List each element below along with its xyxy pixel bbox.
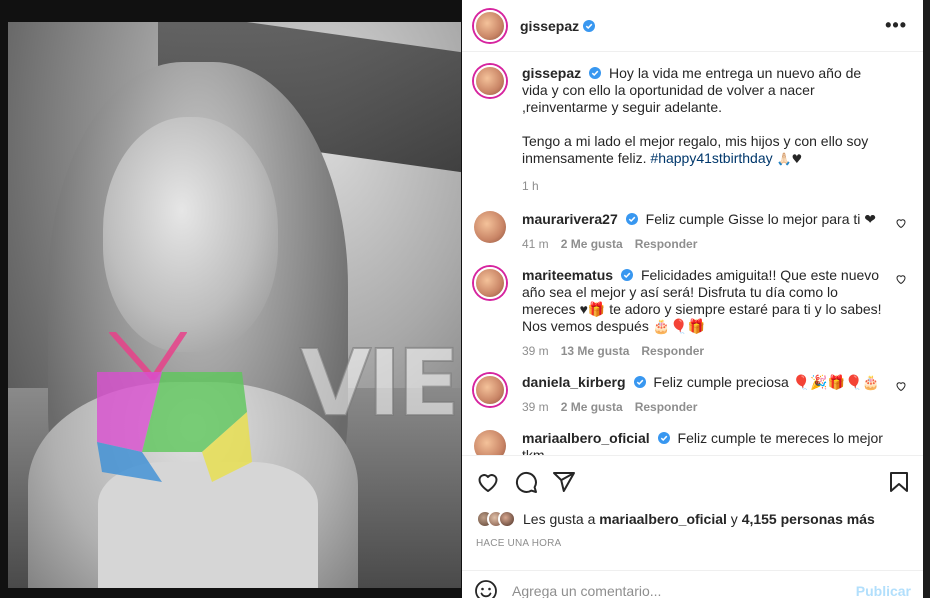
comment-avatar[interactable] (474, 211, 506, 243)
comment-reply-button[interactable]: Responder (635, 399, 698, 416)
verified-icon (625, 213, 638, 225)
comment-username[interactable]: mariteematus (522, 267, 613, 283)
photo-face (103, 117, 278, 352)
comment-text: Feliz cumple preciosa 🎈🎉🎁🎈🎂 (653, 374, 880, 390)
action-icons-row (462, 456, 923, 494)
post-photo-pane: VIEMBOX (0, 0, 462, 598)
comment-item: daniela_kirberg Feliz cumple preciosa 🎈🎉… (474, 374, 907, 416)
comment-like-heart-icon[interactable] (895, 273, 907, 285)
comment-item: mariaalbero_oficial Feliz cumple te mere… (474, 430, 907, 455)
tv-logo-watermark-icon (97, 332, 252, 482)
comment-like-heart-icon[interactable] (895, 380, 907, 392)
caption-time[interactable]: 1 h (522, 178, 539, 195)
comment-item: maurarivera27 Feliz cumple Gisse lo mejo… (474, 211, 907, 253)
more-options-button[interactable]: ••• (885, 15, 907, 36)
comment-likes[interactable]: 2 Me gusta (561, 399, 623, 416)
comment-avatar[interactable] (474, 430, 506, 455)
caption-emoji: 🙏🏻♥ (776, 152, 803, 166)
window-edge (923, 0, 930, 598)
comment-item: mariteematus Felicidades amiguita!! Que … (474, 267, 907, 360)
comment-likes[interactable]: 13 Me gusta (561, 343, 630, 360)
smile-icon[interactable] (474, 579, 498, 598)
caption-avatar[interactable] (474, 65, 506, 97)
comment-body: maurarivera27 Feliz cumple Gisse lo mejo… (522, 211, 907, 253)
post-photo[interactable] (8, 22, 461, 588)
caption-username[interactable]: gissepaz (522, 65, 581, 81)
verified-icon (583, 19, 596, 32)
verified-icon (621, 269, 634, 281)
comment-time[interactable]: 39 m (522, 399, 549, 416)
caption-body: gissepaz Hoy la vida me entrega un nuevo… (522, 65, 907, 195)
author-username[interactable]: gissepaz (520, 18, 579, 34)
comment-like-heart-icon[interactable] (895, 217, 907, 229)
comment-time[interactable]: 39 m (522, 343, 549, 360)
save-icon[interactable] (887, 470, 911, 494)
caption: gissepaz Hoy la vida me entrega un nuevo… (474, 65, 907, 195)
add-comment-bar: Publicar (462, 570, 923, 598)
comment-reply-button[interactable]: Responder (635, 236, 698, 253)
comments-list[interactable]: gissepaz Hoy la vida me entrega un nuevo… (462, 53, 923, 455)
publish-button[interactable]: Publicar (856, 583, 911, 598)
comment-time[interactable]: 41 m (522, 236, 549, 253)
post-side-panel: gissepaz ••• gissepaz Hoy la vida me ent… (462, 0, 923, 598)
comment-reply-button[interactable]: Responder (641, 343, 704, 360)
likes-user[interactable]: mariaalbero_oficial (599, 511, 727, 527)
comment-meta: 41 m 2 Me gusta Responder (522, 236, 885, 253)
comment-avatar[interactable] (474, 374, 506, 406)
caption-meta: 1 h (522, 178, 885, 195)
comment-input[interactable] (512, 582, 856, 598)
comment-username[interactable]: maurarivera27 (522, 211, 618, 227)
likes-summary: Les gusta a mariaalbero_oficial y 4,155 … (462, 494, 923, 528)
caption-hashtag[interactable]: #happy41stbirthday (650, 150, 772, 166)
post-timestamp[interactable]: HACE UNA HORA (462, 528, 923, 549)
comment-meta: 39 m 2 Me gusta Responder (522, 399, 885, 416)
comment-likes[interactable]: 2 Me gusta (561, 236, 623, 253)
share-icon[interactable] (552, 470, 576, 494)
verified-icon (633, 376, 646, 388)
comment-username[interactable]: mariaalbero_oficial (522, 430, 650, 446)
comment-text: Feliz cumple Gisse lo mejor para ti ❤ (645, 211, 876, 227)
comment-body: mariaalbero_oficial Feliz cumple te mere… (522, 430, 907, 455)
liker-avatar[interactable] (498, 510, 516, 528)
comment-username[interactable]: daniela_kirberg (522, 374, 626, 390)
comment-meta: 39 m 13 Me gusta Responder (522, 343, 885, 360)
likes-count[interactable]: 4,155 personas más (742, 511, 875, 527)
author-avatar[interactable] (474, 9, 506, 42)
verified-icon (657, 432, 670, 444)
post-header: gissepaz ••• (462, 0, 923, 52)
heart-icon[interactable] (476, 470, 500, 494)
comment-avatar[interactable] (474, 267, 506, 299)
likes-text: Les gusta a mariaalbero_oficial y 4,155 … (523, 511, 875, 527)
verified-icon (589, 67, 602, 79)
likes-middle: y (730, 511, 738, 527)
likes-prefix: Les gusta a (523, 511, 596, 527)
comment-icon[interactable] (514, 470, 538, 494)
comment-body: mariteematus Felicidades amiguita!! Que … (522, 267, 907, 360)
comment-body: daniela_kirberg Feliz cumple preciosa 🎈🎉… (522, 374, 907, 416)
